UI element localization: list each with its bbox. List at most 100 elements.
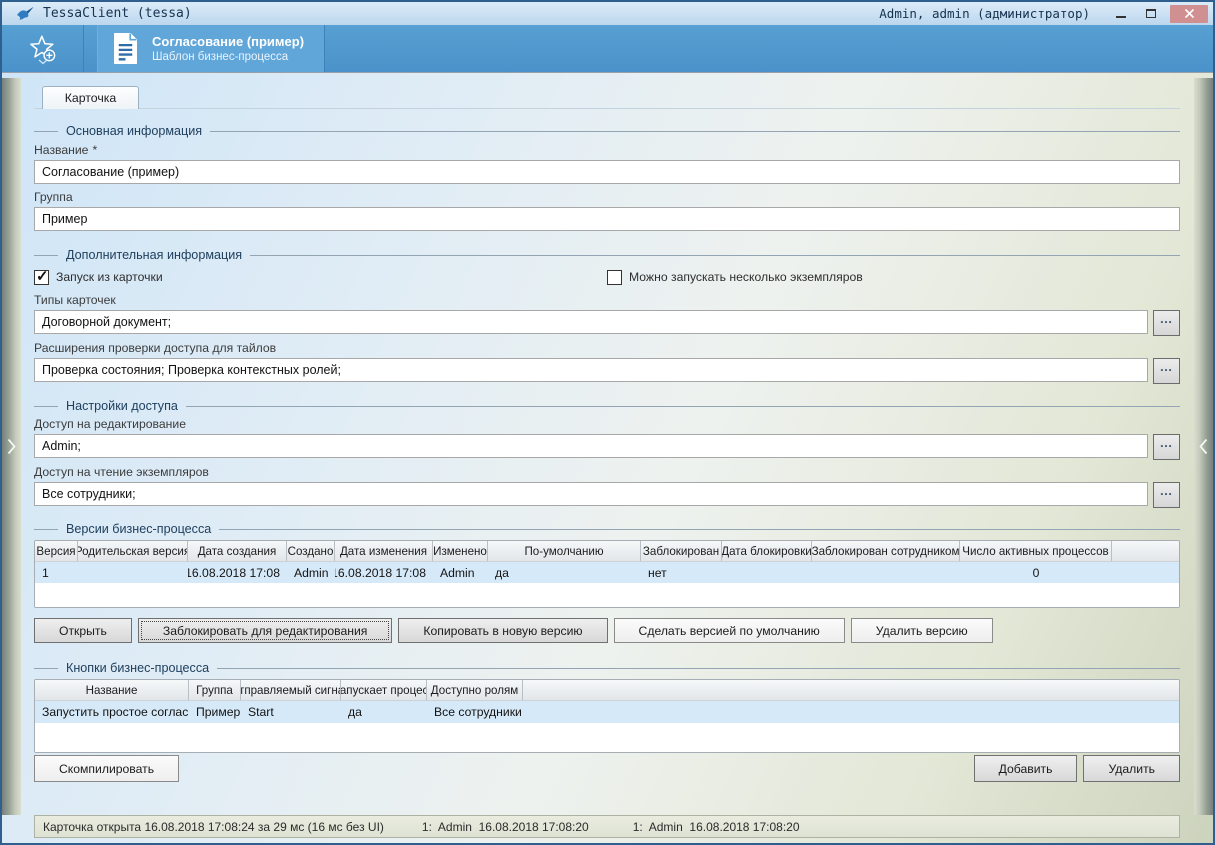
cell-button-name: Запустить простое согласование xyxy=(35,705,189,719)
status-created-info: 1: Admin 16.08.2018 17:08:20 xyxy=(422,820,589,834)
card-types-input[interactable] xyxy=(34,310,1148,334)
ellipsis-icon: … xyxy=(1160,483,1174,498)
checkbox-row: ✓ Запуск из карточки ✓ Можно запускать н… xyxy=(34,269,1180,285)
left-panel-expander[interactable] xyxy=(2,78,21,815)
cell-created-by: Admin xyxy=(287,566,335,580)
right-panel-expander[interactable] xyxy=(1194,78,1213,815)
minimize-button[interactable] xyxy=(1106,5,1136,23)
run-from-card-label: Запуск из карточки xyxy=(56,270,163,284)
ribbon-toolbar: Согласование (пример) Шаблон бизнес-проц… xyxy=(2,25,1213,73)
read-access-select-button[interactable]: … xyxy=(1153,482,1180,508)
favorites-tile[interactable] xyxy=(2,25,84,72)
column-header[interactable]: Версия xyxy=(35,541,78,561)
cell-signal: Start xyxy=(241,705,341,719)
tile-access-label: Расширения проверки доступа для тайлов xyxy=(34,341,1180,356)
current-user-info: Admin, admin (администратор) xyxy=(879,6,1090,21)
close-icon xyxy=(1184,8,1195,19)
column-header-filler xyxy=(523,680,1179,700)
delete-version-button[interactable]: Удалить версию xyxy=(851,618,993,643)
cell-starts-process: да xyxy=(341,705,427,719)
group-input[interactable] xyxy=(34,207,1180,231)
tile-access-select-button[interactable]: … xyxy=(1153,358,1180,384)
app-title: TessaClient (tessa) xyxy=(43,6,192,21)
section-access-settings: Настройки доступа xyxy=(34,398,1180,414)
copy-to-new-version-button[interactable]: Копировать в новую версию xyxy=(398,618,607,643)
active-card-tile[interactable]: Согласование (пример) Шаблон бизнес-проц… xyxy=(97,25,325,72)
process-buttons-grid: Название Группа Отправляемый сигнал Запу… xyxy=(34,679,1180,753)
card-types-select-button[interactable]: … xyxy=(1153,310,1180,336)
maximize-icon xyxy=(1146,9,1156,18)
column-header[interactable]: Дата блокировки xyxy=(722,541,812,561)
card-tile-title: Согласование (пример) xyxy=(152,34,304,49)
card-types-label: Типы карточек xyxy=(34,293,1180,308)
status-card-opened: Карточка открыта 16.08.2018 17:08:24 за … xyxy=(43,820,384,834)
chevron-down-icon xyxy=(38,52,48,70)
run-from-card-checkbox[interactable]: ✓ xyxy=(34,270,49,285)
spacer xyxy=(185,755,968,782)
open-version-button[interactable]: Открыть xyxy=(34,618,132,643)
cell-button-group: Примеры xyxy=(189,705,241,719)
column-header[interactable]: Отправляемый сигнал xyxy=(241,680,341,700)
column-header-filler xyxy=(1112,541,1179,561)
ellipsis-icon: … xyxy=(1160,311,1174,326)
column-header[interactable]: Запускает процесс xyxy=(341,680,427,700)
versions-grid: Версия Родительская версия Дата создания… xyxy=(34,540,1180,608)
app-window: TessaClient (tessa) Admin, admin (админи… xyxy=(0,0,1215,845)
cell-available-roles: Все сотрудники xyxy=(427,705,523,719)
section-versions: Версии бизнес-процесса xyxy=(34,521,1180,537)
ellipsis-icon: … xyxy=(1160,435,1174,450)
cell-modified-date: 16.08.2018 17:08 xyxy=(335,566,433,580)
minimize-icon xyxy=(1116,16,1126,18)
card-form: Карточка Основная информация Название* Г… xyxy=(34,85,1180,838)
cell-version: 1 xyxy=(35,566,78,580)
name-field-label: Название* xyxy=(34,143,1180,158)
status-bar: Карточка открыта 16.08.2018 17:08:24 за … xyxy=(34,815,1180,838)
versions-grid-row-selected[interactable]: 1 16.08.2018 17:08 Admin 16.08.2018 17:0… xyxy=(35,562,1179,583)
cell-created-date: 16.08.2018 17:08 xyxy=(188,566,287,580)
bottom-actions-row: Скомпилировать Добавить Удалить xyxy=(34,755,1180,782)
column-header[interactable]: Число активных процессов xyxy=(960,541,1112,561)
section-process-buttons: Кнопки бизнес-процесса xyxy=(34,660,1180,676)
column-header[interactable]: Заблокирован сотрудником xyxy=(812,541,960,561)
multiple-instances-label: Можно запускать несколько экземпляров xyxy=(629,270,863,284)
column-header[interactable]: Доступно ролям xyxy=(427,680,523,700)
cell-modified-by: Admin xyxy=(433,566,488,580)
column-header[interactable]: По-умолчанию xyxy=(488,541,641,561)
delete-button[interactable]: Удалить xyxy=(1083,755,1180,782)
titlebar: TessaClient (tessa) Admin, admin (админи… xyxy=(2,2,1213,25)
column-header[interactable]: Заблокирован xyxy=(641,541,722,561)
chevron-right-icon xyxy=(7,438,16,455)
tab-card[interactable]: Карточка xyxy=(42,86,139,109)
read-access-input[interactable] xyxy=(34,482,1148,506)
cell-active-processes: 0 xyxy=(960,566,1112,580)
edit-access-select-button[interactable]: … xyxy=(1153,434,1180,460)
cell-is-default: да xyxy=(488,566,641,580)
name-input[interactable] xyxy=(34,160,1180,184)
column-header[interactable]: Изменено xyxy=(433,541,488,561)
column-header[interactable]: Создано xyxy=(287,541,335,561)
read-access-label: Доступ на чтение экземпляров xyxy=(34,465,1180,480)
document-icon xyxy=(112,32,139,65)
add-button[interactable]: Добавить xyxy=(974,755,1078,782)
process-buttons-grid-empty-area xyxy=(35,723,1179,752)
make-default-version-button[interactable]: Сделать версией по умолчанию xyxy=(614,618,845,643)
process-buttons-grid-row-selected[interactable]: Запустить простое согласование Примеры S… xyxy=(35,701,1179,723)
edit-access-input[interactable] xyxy=(34,434,1148,458)
close-button[interactable] xyxy=(1170,5,1208,23)
column-header[interactable]: Дата изменения xyxy=(335,541,433,561)
column-header[interactable]: Название xyxy=(35,680,189,700)
versions-grid-header: Версия Родительская версия Дата создания… xyxy=(35,541,1179,562)
section-main-info: Основная информация xyxy=(34,123,1180,139)
maximize-button[interactable] xyxy=(1136,5,1166,23)
compile-button[interactable]: Скомпилировать xyxy=(34,755,179,782)
column-header[interactable]: Родительская версия xyxy=(78,541,188,561)
check-icon: ✓ xyxy=(36,267,49,285)
column-header[interactable]: Дата создания xyxy=(188,541,287,561)
column-header[interactable]: Группа xyxy=(189,680,241,700)
tile-access-input[interactable] xyxy=(34,358,1148,382)
multiple-instances-checkbox[interactable]: ✓ xyxy=(607,270,622,285)
section-additional-info: Дополнительная информация xyxy=(34,247,1180,263)
status-modified-info: 1: Admin 16.08.2018 17:08:20 xyxy=(633,820,800,834)
lock-for-edit-button[interactable]: Заблокировать для редактирования xyxy=(138,618,393,643)
versions-grid-empty-area xyxy=(35,583,1179,607)
